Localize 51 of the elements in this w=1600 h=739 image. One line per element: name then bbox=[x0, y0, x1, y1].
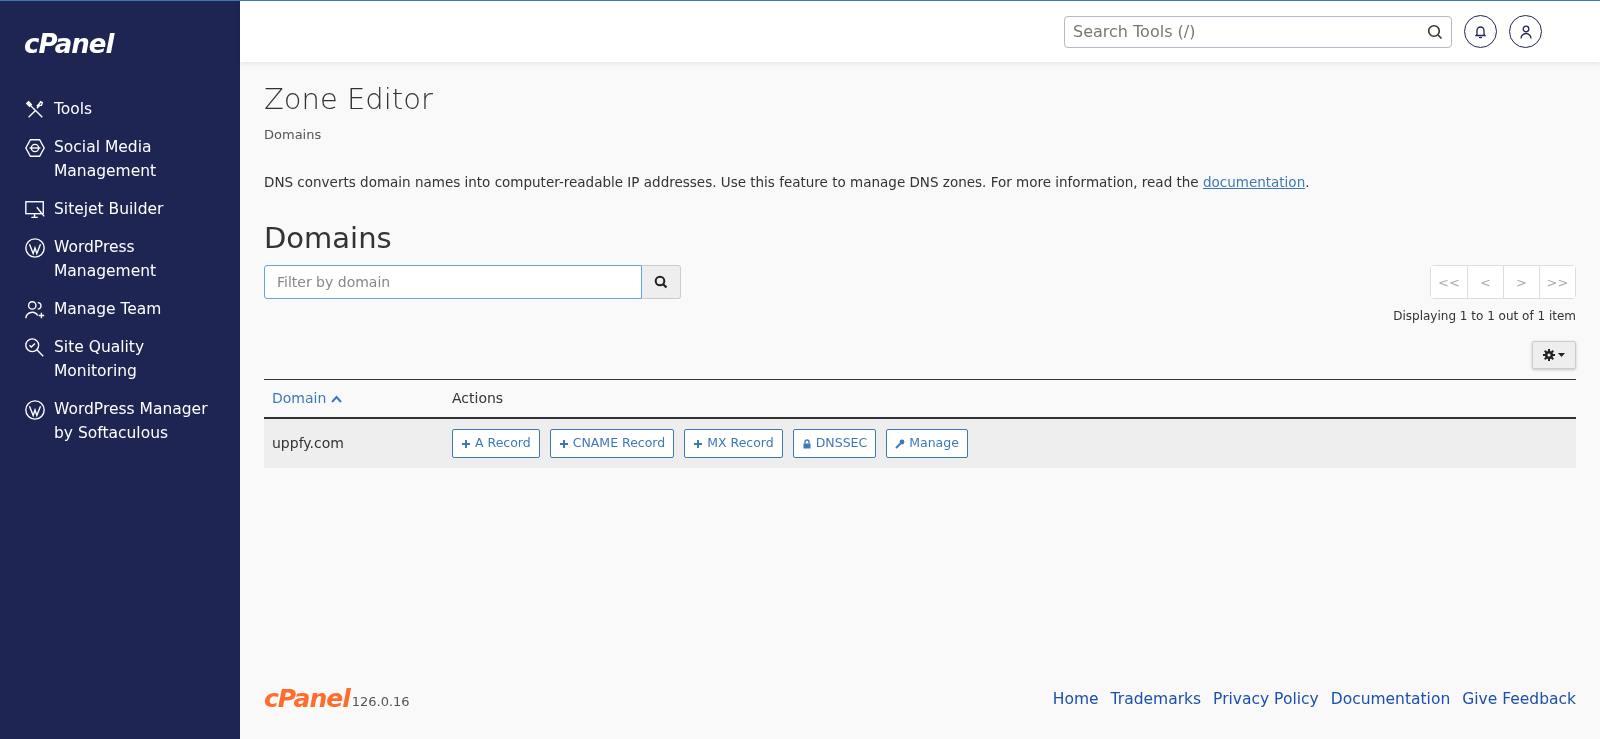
section-heading: Domains bbox=[264, 220, 393, 256]
sidebar-item[interactable]: Site Quality Monitoring bbox=[24, 335, 240, 383]
notifications-button[interactable] bbox=[1464, 15, 1497, 48]
footer-link[interactable]: Trademarks bbox=[1110, 687, 1202, 711]
plus-icon bbox=[558, 438, 569, 449]
sidebar-item[interactable]: WordPress Manager by Softaculous bbox=[24, 397, 240, 445]
column-header[interactable]: Domain bbox=[272, 390, 342, 407]
cpanel-logo[interactable]: cPanel bbox=[24, 31, 240, 57]
domain-name: uppfy.com bbox=[272, 435, 344, 452]
team-icon bbox=[24, 299, 46, 321]
sidebar-item[interactable]: Manage Team bbox=[24, 297, 240, 321]
search-field[interactable]: Search Tools (/) bbox=[1064, 15, 1452, 48]
sidebar-item[interactable]: Tools bbox=[24, 97, 240, 121]
footer-link[interactable]: Documentation bbox=[1330, 687, 1451, 711]
gear-icon bbox=[1543, 349, 1555, 362]
action-button[interactable]: A Record bbox=[452, 429, 540, 459]
sidebar-item[interactable]: Sitejet Builder bbox=[24, 197, 240, 221]
action-button[interactable]: CNAME Record bbox=[549, 429, 675, 459]
hexagon-icon bbox=[24, 137, 46, 159]
search-icon bbox=[654, 275, 668, 290]
plus-icon bbox=[461, 438, 471, 449]
wordpress-icon bbox=[24, 399, 46, 421]
user-icon bbox=[1519, 24, 1532, 39]
sidebar-item[interactable]: WordPress Management bbox=[24, 235, 240, 283]
user-button[interactable] bbox=[1509, 15, 1542, 48]
action-button[interactable]: MX Record bbox=[684, 429, 783, 459]
footer-link[interactable]: Privacy Policy bbox=[1213, 687, 1319, 711]
breadcrumb[interactable]: Domains bbox=[264, 124, 1576, 145]
sidebar-item[interactable]: Social Media Management bbox=[24, 135, 240, 183]
pagination-info: Displaying 1 to 1 out of 1 item bbox=[1393, 308, 1576, 326]
plus-icon bbox=[693, 438, 704, 449]
wordpress-icon bbox=[24, 237, 46, 259]
footer-link[interactable]: Give Feedback bbox=[1462, 687, 1576, 711]
search-button[interactable] bbox=[642, 265, 681, 300]
version-text: 126.0.16 bbox=[351, 692, 410, 711]
magnifier-icon bbox=[24, 337, 46, 359]
cpanel-logo: cPanel bbox=[264, 686, 350, 711]
page-title: Zone Editor bbox=[264, 82, 434, 117]
bell-icon bbox=[1474, 24, 1487, 39]
description-text: DNS converts domain names into computer-readable IP addresses. Use this feature to manage DNS zones. For more information, read the documentation. bbox=[264, 173, 1311, 193]
search-icon bbox=[1427, 23, 1443, 40]
wrench-icon bbox=[895, 438, 906, 449]
footer-link[interactable]: Home bbox=[1052, 687, 1099, 711]
settings-button[interactable] bbox=[1532, 341, 1576, 370]
caret-icon bbox=[1558, 353, 1565, 358]
action-button[interactable]: Manage bbox=[886, 429, 968, 459]
action-button[interactable]: DNSSEC bbox=[792, 429, 877, 459]
lock-icon bbox=[801, 438, 812, 449]
monitor-icon bbox=[24, 199, 46, 221]
sort-up-icon bbox=[330, 395, 342, 404]
column-header: Actions bbox=[452, 390, 504, 407]
